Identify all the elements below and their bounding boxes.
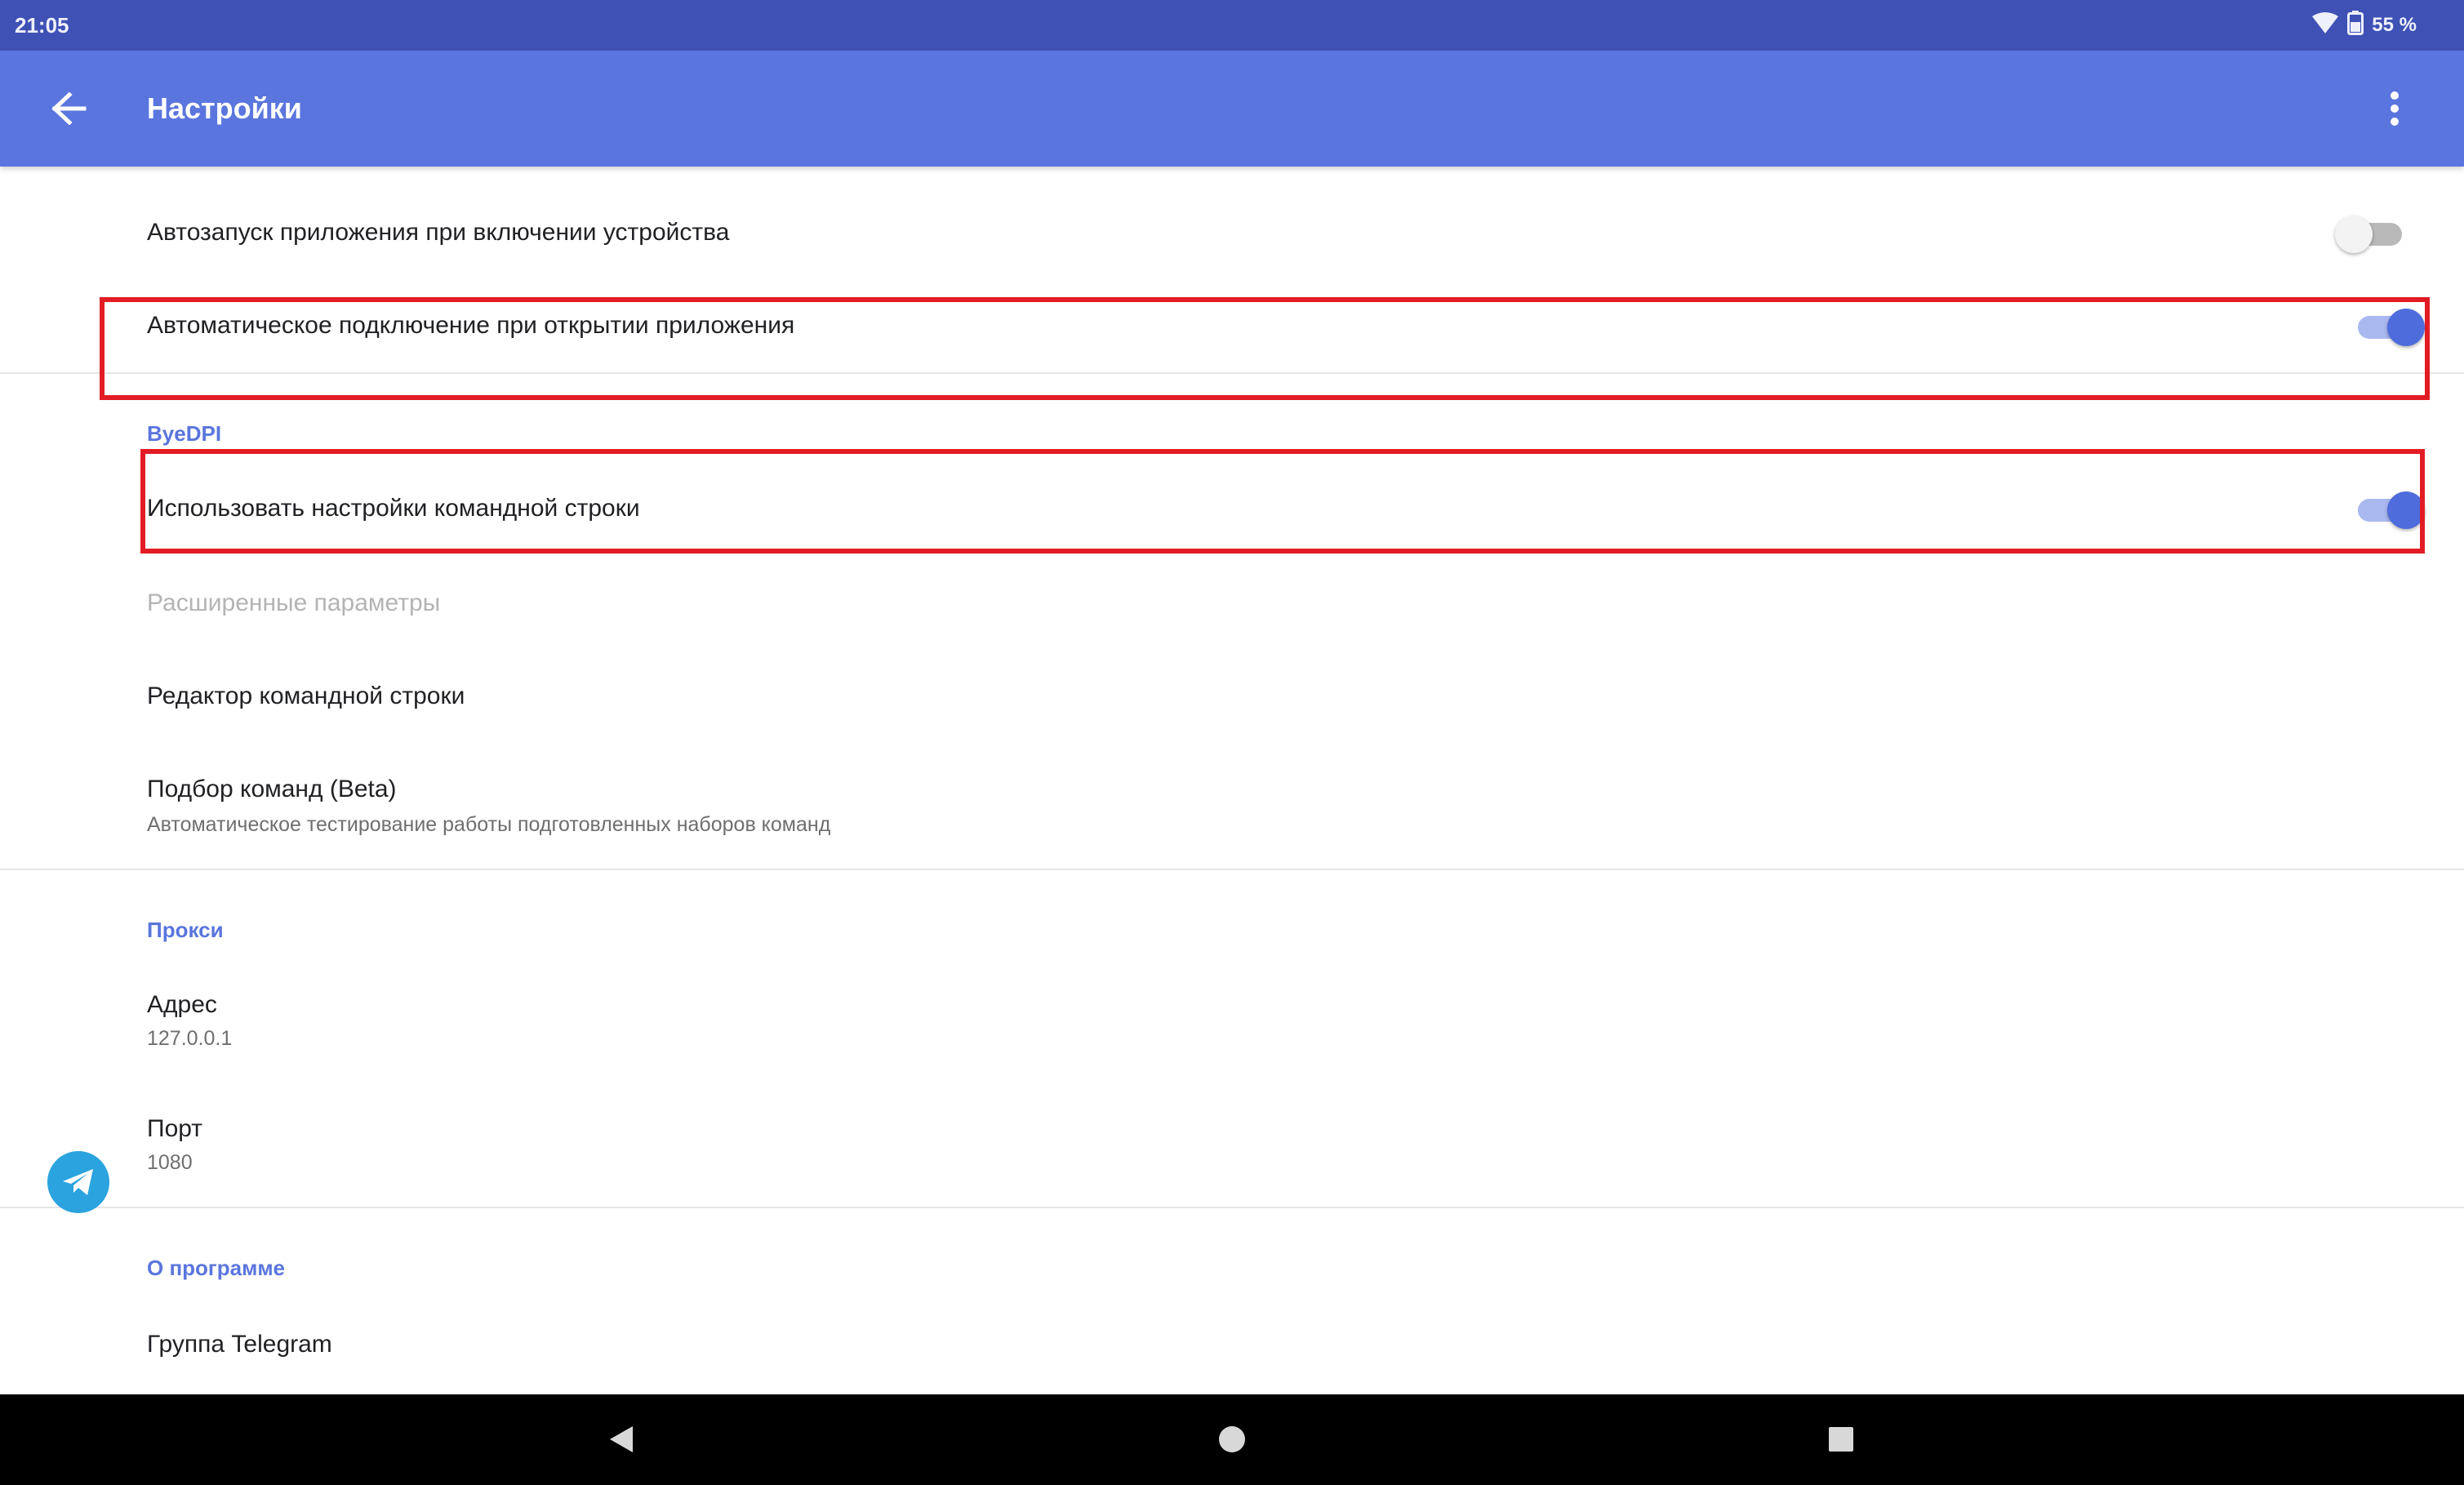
nav-back-button[interactable] (585, 1403, 658, 1476)
wifi-icon (2311, 11, 2339, 40)
address-value: 127.0.0.1 (147, 1027, 233, 1050)
divider (0, 869, 2464, 870)
battery-percent: 55 % (2372, 14, 2417, 36)
battery-icon (2347, 10, 2364, 41)
advanced-title: Расширенные параметры (147, 589, 441, 616)
nav-back-icon (610, 1426, 633, 1452)
section-header-about: О программе (147, 1256, 286, 1280)
divider (0, 372, 2464, 374)
cmd-editor-title: Редактор командной строки (147, 682, 465, 709)
nav-home-button[interactable] (1195, 1403, 1269, 1476)
auto-connect-switch[interactable] (2351, 305, 2425, 349)
autostart-title: Автозапуск приложения при включении устр… (147, 219, 730, 246)
telegram-title: Группа Telegram (147, 1331, 332, 1358)
port-value: 1080 (147, 1151, 193, 1174)
cmd-picker-summary: Автоматическое тестирование работы подго… (147, 813, 831, 836)
settings-list: Автозапуск приложения при включении устр… (0, 167, 2464, 1394)
divider (0, 1207, 2464, 1208)
autostart-switch[interactable] (2335, 212, 2408, 256)
status-bar: 21:05 55 % (0, 0, 2464, 51)
port-title: Порт (147, 1115, 203, 1142)
navigation-bar (0, 1394, 2464, 1485)
status-icons: 55 % (2311, 0, 2417, 51)
auto-connect-title: Автоматическое подключение при открытии … (147, 312, 795, 339)
arrow-back-icon (51, 92, 87, 125)
telegram-icon (47, 1151, 109, 1213)
more-vert-icon (2391, 91, 2399, 126)
status-time: 21:05 (15, 12, 69, 38)
page-title: Настройки (147, 91, 302, 125)
nav-recents-button[interactable] (1804, 1403, 1878, 1476)
back-button[interactable] (33, 72, 106, 145)
use-cmd-switch[interactable] (2351, 488, 2425, 532)
overflow-menu-button[interactable] (2358, 72, 2431, 145)
section-header-proxy: Прокси (147, 918, 224, 942)
nav-home-icon (1219, 1426, 1245, 1452)
section-header-byedpi: ByeDPI (147, 421, 222, 446)
use-cmd-title: Использовать настройки командной строки (147, 495, 640, 522)
address-title: Адрес (147, 991, 217, 1018)
nav-recents-icon (1829, 1427, 1853, 1452)
app-bar: Настройки (0, 51, 2464, 167)
cmd-picker-title: Подбор команд (Beta) (147, 776, 397, 803)
